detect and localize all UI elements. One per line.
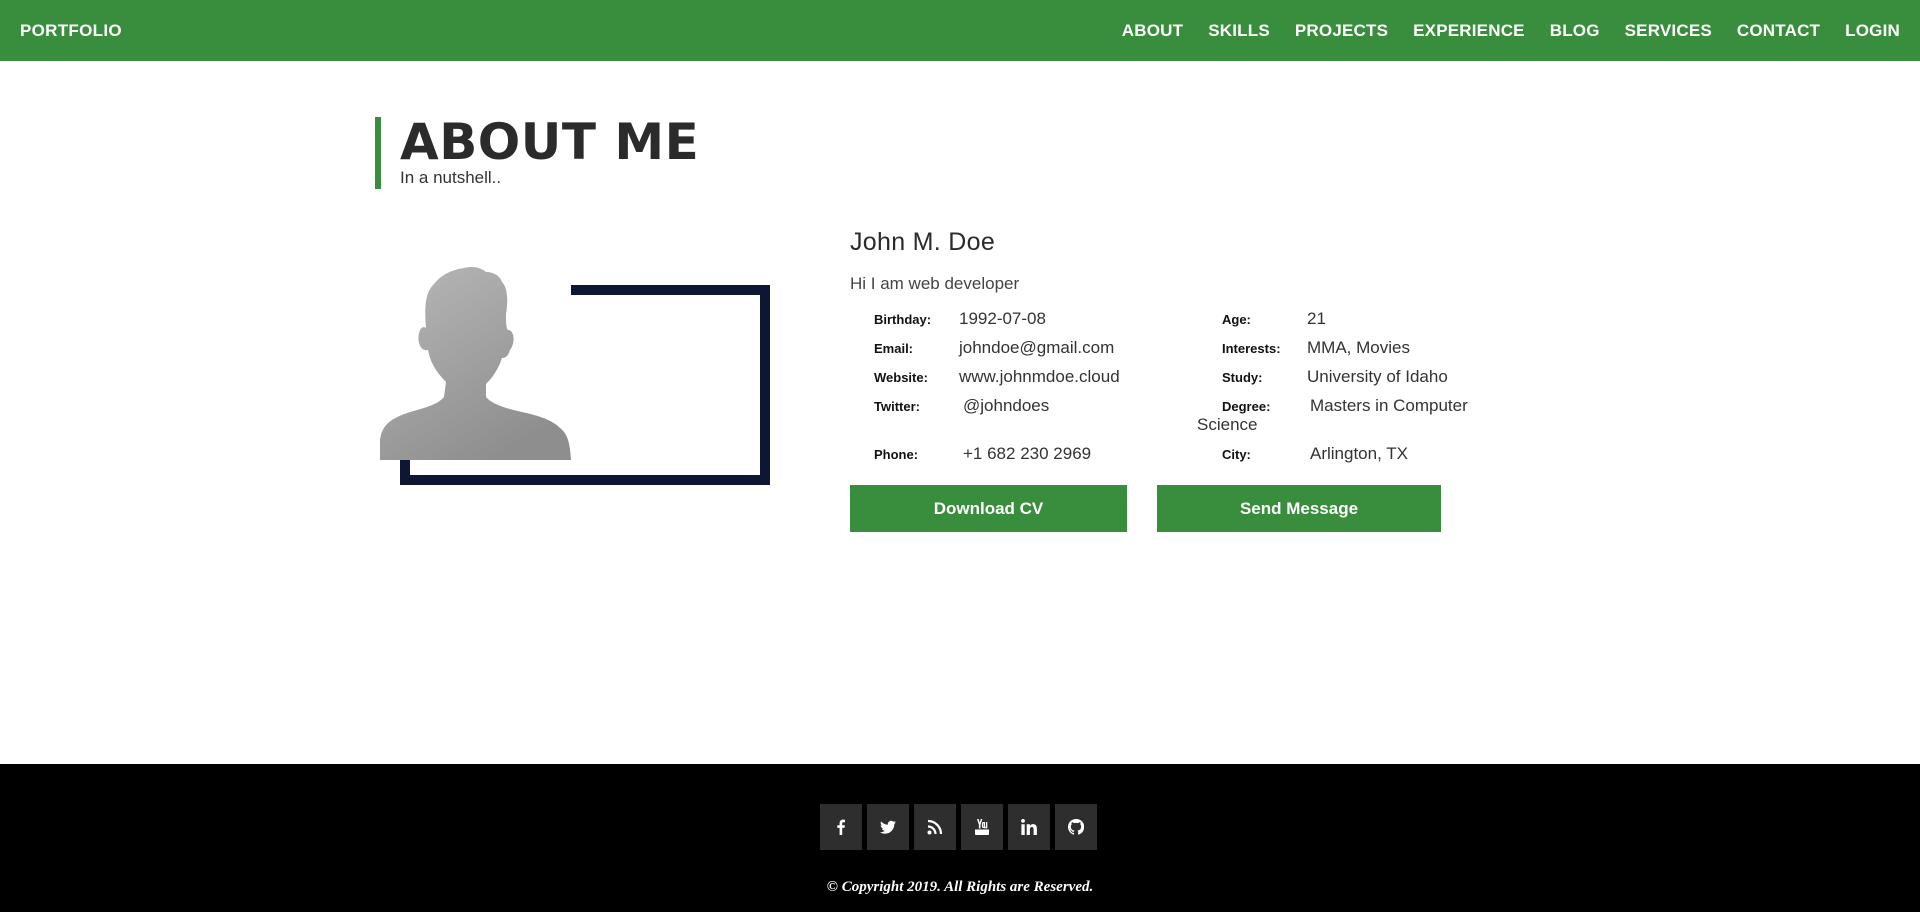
section-subtitle: In a nutshell..: [400, 168, 502, 187]
nav-projects[interactable]: PROJECTS: [1295, 21, 1388, 41]
profile-tagline: Hi I am web developer: [850, 274, 1020, 293]
section-heading: ABOUT ME In a nutshell..: [375, 117, 699, 189]
avatar: [380, 262, 571, 460]
info-value[interactable]: johndoe@gmail.com: [959, 338, 1114, 358]
facebook-link[interactable]: [820, 804, 862, 850]
profile-card: John M. Doe Hi I am web developer: [850, 228, 1550, 293]
github-icon: [1068, 819, 1084, 835]
github-link[interactable]: [1055, 804, 1097, 850]
info-value: Arlington, TX: [1310, 444, 1408, 463]
info-label: Twitter:: [874, 399, 920, 414]
info-label: Phone:: [874, 447, 919, 462]
section-title: ABOUT ME: [400, 113, 700, 171]
nav-skills[interactable]: SKILLS: [1208, 21, 1270, 41]
nav-services[interactable]: SERVICES: [1625, 21, 1712, 41]
brand-link[interactable]: PORTFOLIO: [20, 21, 122, 41]
info-value: University of Idaho: [1307, 367, 1448, 386]
info-label: Age:: [1222, 312, 1251, 327]
send-message-button[interactable]: Send Message: [1157, 485, 1441, 532]
youtube-icon: [975, 819, 989, 835]
info-value: 21: [1307, 309, 1326, 328]
social-links: [820, 804, 1102, 850]
nav-login[interactable]: LOGIN: [1845, 21, 1900, 41]
info-value: MMA, Movies: [1307, 338, 1410, 357]
navbar: PORTFOLIO ABOUT SKILLS PROJECTS EXPERIEN…: [0, 0, 1920, 61]
nav-contact[interactable]: CONTACT: [1737, 21, 1820, 41]
copyright-text: © Copyright 2019. All Rights are Reserve…: [826, 879, 1094, 895]
rss-link[interactable]: [914, 804, 956, 850]
profile-name: John M. Doe: [850, 228, 996, 256]
info-label: Degree:: [1222, 399, 1271, 414]
info-value-continued: Science: [1197, 415, 1258, 434]
info-value: Masters in Computer: [1310, 396, 1468, 415]
info-label: Birthday:: [874, 312, 932, 327]
twitter-icon: [880, 820, 896, 834]
info-label: Email:: [874, 341, 914, 356]
rss-icon: [927, 819, 943, 835]
download-cv-button[interactable]: Download CV: [850, 485, 1127, 532]
info-label: Website:: [874, 370, 928, 385]
nav-blog[interactable]: BLOG: [1550, 21, 1600, 41]
nav-experience[interactable]: EXPERIENCE: [1413, 21, 1525, 41]
info-value[interactable]: www.johnmdoe.cloud: [959, 367, 1120, 387]
nav-about[interactable]: ABOUT: [1122, 21, 1183, 41]
youtube-link[interactable]: [961, 804, 1003, 850]
person-silhouette-icon: [380, 267, 571, 460]
info-value: +1 682 230 2969: [963, 444, 1092, 463]
avatar-area: [380, 262, 770, 487]
info-label: Study:: [1222, 370, 1263, 385]
nav-links: ABOUT SKILLS PROJECTS EXPERIENCE BLOG SE…: [1097, 21, 1900, 41]
twitter-link[interactable]: [867, 804, 909, 850]
info-label: City:: [1222, 447, 1251, 462]
info-value: 1992-07-08: [959, 309, 1046, 328]
footer: © Copyright 2019. All Rights are Reserve…: [0, 764, 1920, 912]
info-value[interactable]: @johndoes: [963, 396, 1049, 416]
linkedin-icon: [1021, 819, 1037, 835]
info-label: Interests:: [1222, 341, 1281, 356]
linkedin-link[interactable]: [1008, 804, 1050, 850]
facebook-icon: [837, 819, 845, 835]
